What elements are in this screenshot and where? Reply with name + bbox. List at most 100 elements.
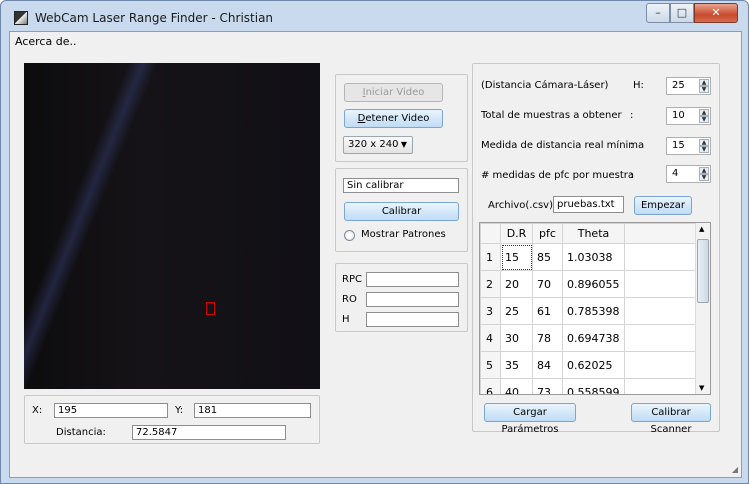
table-cell[interactable]: 25 [500,297,533,325]
x-label: X: [32,405,43,416]
start-button[interactable]: Empezar [634,196,692,215]
results-grid: D.R pfc Theta 1 15 85 1.03038 2 20 70 0.… [480,223,697,394]
table-cell-empty [624,378,697,394]
table-cell[interactable]: 84 [532,351,563,379]
minimize-button[interactable]: – [646,3,670,23]
spin-down-icon[interactable]: ▼ [699,86,709,93]
table-cell[interactable]: 70 [532,270,563,298]
spin-up-icon[interactable]: ▲ [699,79,709,86]
spin-up-icon[interactable]: ▲ [699,139,709,146]
table-scrollbar[interactable]: ▲ ▼ [695,223,710,394]
h-spin-value: 25 [672,80,685,91]
spin-down-icon[interactable]: ▼ [699,116,709,123]
y-label: Y: [175,405,184,416]
table-row[interactable]: 1 15 85 1.03038 [480,243,697,271]
row-number: 4 [480,324,501,352]
chevron-down-icon: ▼ [400,140,407,149]
table-row[interactable]: 4 30 78 0.694738 [480,324,697,352]
client-area: Acerca de.. X: 195 Y: 181 Distancia: 72.… [9,31,742,478]
title-bar[interactable]: WebCam Laser Range Finder - Christian – … [1,1,748,31]
resolution-value: 320 x 240 [348,139,399,150]
row-number: 1 [480,243,501,271]
pfc-per-sample-spinbox[interactable]: 4 ▲ ▼ [666,165,711,183]
window-title: WebCam Laser Range Finder - Christian [35,11,274,25]
app-icon [14,11,28,25]
table-row[interactable]: 3 25 61 0.785398 [480,297,697,325]
table-cell[interactable]: 15 [500,243,533,271]
spin-down-icon[interactable]: ▼ [699,146,709,153]
table-cell[interactable]: 0.558599 [562,378,625,394]
spin-up-icon[interactable]: ▲ [699,167,709,174]
table-cell[interactable]: 0.62025 [562,351,625,379]
spin-up-icon[interactable]: ▲ [699,109,709,116]
table-cell[interactable]: 0.896055 [562,270,625,298]
x-value-field[interactable]: 195 [54,403,168,418]
total-samples-label: Total de muestras a obtener [481,110,622,121]
row-number: 2 [480,270,501,298]
h-field[interactable] [366,312,459,327]
spin-down-icon[interactable]: ▼ [699,174,709,181]
table-row[interactable]: 5 35 84 0.62025 [480,351,697,379]
camera-laser-distance-label: (Distancia Cámara-Láser) [481,80,609,91]
resize-grip-icon[interactable]: ◢ [732,465,738,474]
file-name-field[interactable]: pruebas.txt [553,196,624,213]
table-cell[interactable]: 61 [532,297,563,325]
table-cell-empty [624,243,697,271]
pfc-per-sample-value: 4 [672,168,679,179]
calibration-status-field[interactable]: Sin calibrar [343,178,459,193]
table-cell-empty [624,270,697,298]
close-button[interactable]: ✕ [694,3,738,23]
resolution-select[interactable]: 320 x 240 ▼ [343,136,413,154]
row-number: 6 [480,378,501,394]
column-header[interactable]: Theta [562,223,625,244]
min-distance-value: 15 [672,140,685,151]
column-header[interactable]: pfc [532,223,563,244]
table-cell[interactable]: 35 [500,351,533,379]
maximize-button[interactable]: □ [670,3,694,23]
h-label: H [342,314,350,325]
webcam-video-feed[interactable] [24,63,320,389]
calibrate-scanner-button[interactable]: Calibrar Scanner [631,403,711,435]
table-cell[interactable]: 0.694738 [562,324,625,352]
show-patterns-label: Mostrar Patrones [361,229,446,240]
h-spinbox[interactable]: 25 ▲ ▼ [666,77,711,95]
distance-label: Distancia: [56,427,106,438]
ro-field[interactable] [366,292,459,307]
start-video-button[interactable]: Iniciar Video [344,83,443,102]
total-samples-spinbox[interactable]: 10 ▲ ▼ [666,107,711,125]
h-spin-label: H: [633,80,644,91]
show-patterns-radio[interactable] [344,230,355,241]
distance-value-field[interactable]: 72.5847 [132,425,286,440]
pfc-per-sample-colon: : [630,170,634,181]
table-row[interactable]: 6 40 73 0.558599 [480,378,697,394]
scroll-down-icon[interactable]: ▼ [699,384,704,392]
scroll-up-icon[interactable]: ▲ [699,225,704,233]
load-parameters-button[interactable]: Cargar Parámetros [484,403,576,435]
min-distance-spinbox[interactable]: 15 ▲ ▼ [666,137,711,155]
results-table[interactable]: D.R pfc Theta 1 15 85 1.03038 2 20 70 0.… [479,222,711,395]
laser-point-marker [206,302,215,315]
menu-about[interactable]: Acerca de.. [15,35,76,48]
table-cell[interactable]: 0.785398 [562,297,625,325]
scroll-thumb[interactable] [697,239,709,303]
table-cell[interactable]: 40 [500,378,533,394]
table-row[interactable]: 2 20 70 0.896055 [480,270,697,298]
total-samples-colon: : [630,110,634,121]
calibrate-button[interactable]: Calibrar [344,202,459,221]
table-cell[interactable]: 30 [500,324,533,352]
table-cell[interactable]: 78 [532,324,563,352]
table-cell-empty [624,324,697,352]
empty-column-header [624,223,697,244]
row-number: 5 [480,351,501,379]
min-distance-label: Medida de distancia real mínima [481,140,645,151]
table-cell[interactable]: 20 [500,270,533,298]
table-cell[interactable]: 85 [532,243,563,271]
table-cell[interactable]: 1.03038 [562,243,625,271]
y-value-field[interactable]: 181 [194,403,311,418]
stop-video-button[interactable]: Detener Video [344,109,443,128]
table-cell-empty [624,297,697,325]
column-header[interactable]: D.R [500,223,533,244]
table-cell[interactable]: 73 [532,378,563,394]
total-samples-value: 10 [672,110,685,121]
rpc-field[interactable] [366,272,459,287]
